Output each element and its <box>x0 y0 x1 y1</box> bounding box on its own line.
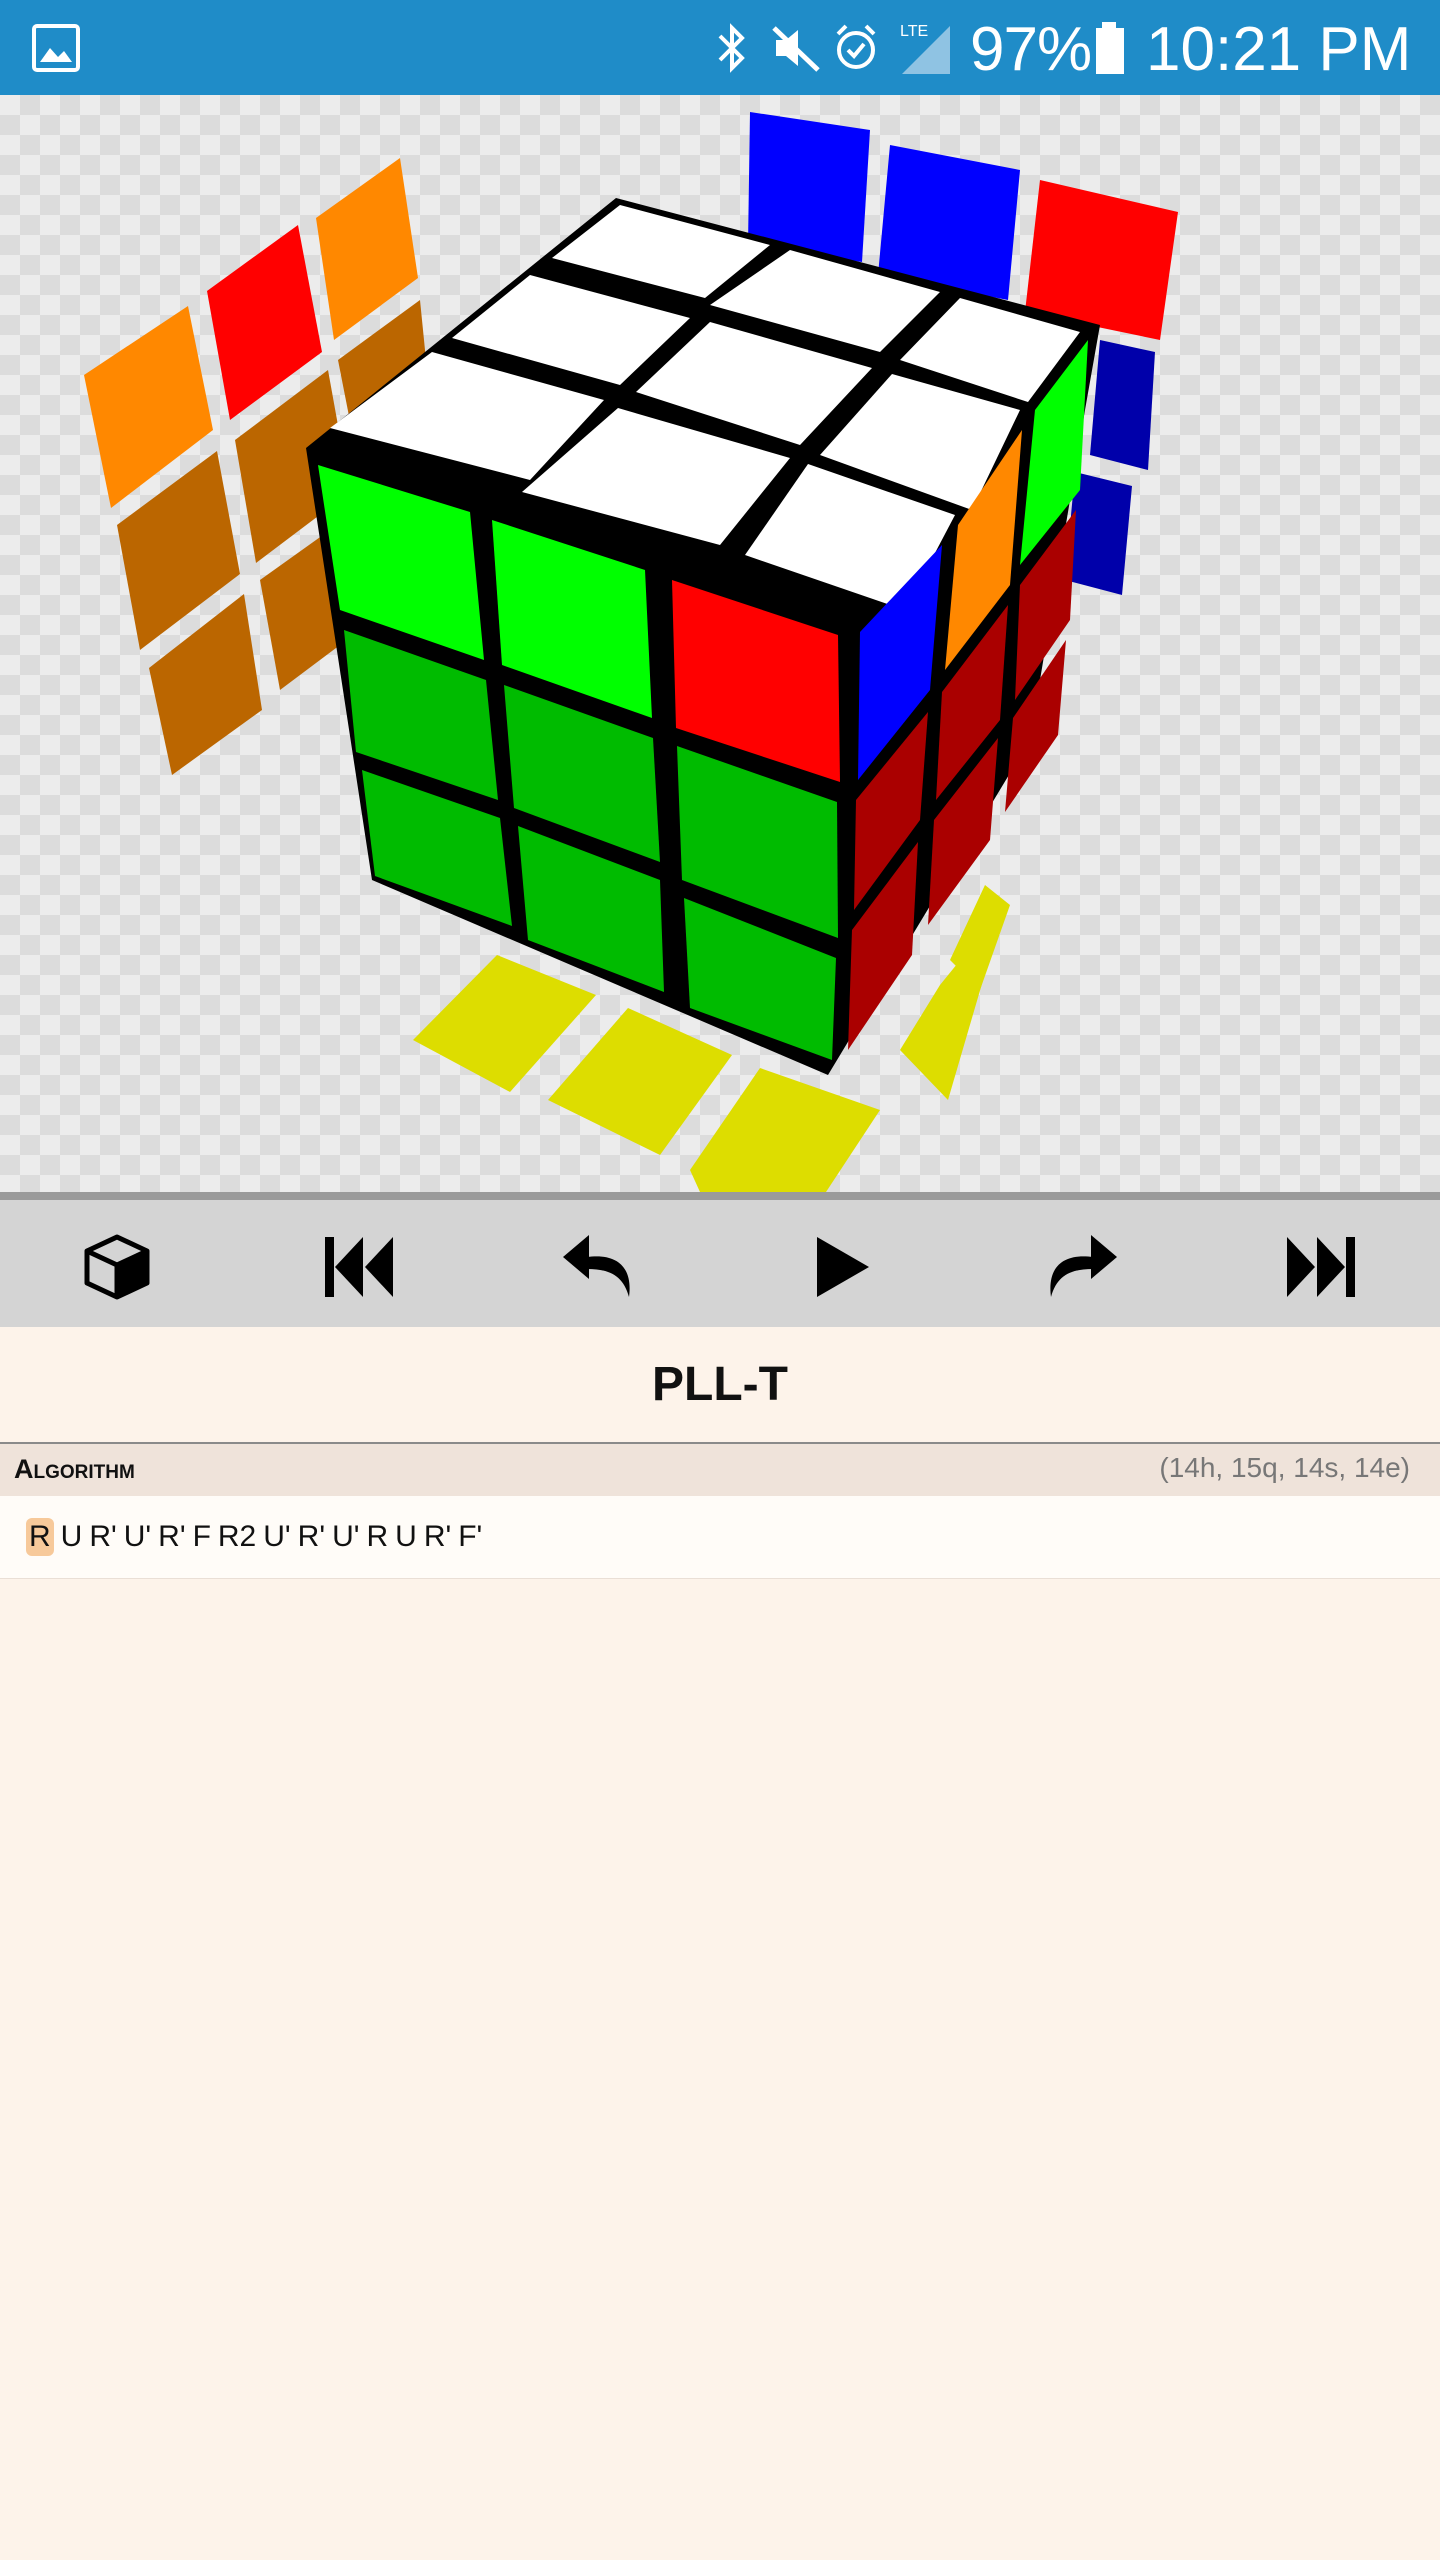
battery-icon <box>1096 22 1124 74</box>
algorithm-move[interactable]: U' <box>263 1518 290 1556</box>
algorithm-stats: (14h, 15q, 14s, 14e) <box>1159 1452 1410 1483</box>
mute-icon <box>772 26 820 72</box>
skip-back-icon <box>325 1237 393 1297</box>
algorithm-move[interactable]: R' <box>424 1518 451 1556</box>
algorithm-move[interactable]: U' <box>124 1518 151 1556</box>
battery-percent: 97% <box>970 15 1092 84</box>
play-icon <box>817 1237 869 1297</box>
svg-text:LTE: LTE <box>900 23 928 40</box>
redo-icon <box>1050 1235 1117 1297</box>
algorithm-move[interactable]: R' <box>298 1518 325 1556</box>
skip-to-end-button[interactable] <box>1276 1222 1366 1312</box>
play-button[interactable] <box>796 1222 886 1312</box>
signal-icon: LTE <box>900 23 950 74</box>
algorithm-row: R U R' U' R' F R2 U' R' U' R U R' F' <box>0 1496 1440 1579</box>
bluetooth-icon <box>718 23 745 73</box>
algorithm-move[interactable]: F <box>193 1518 211 1556</box>
algorithm-move[interactable]: U <box>395 1518 417 1556</box>
algorithm-move[interactable]: R' <box>89 1518 116 1556</box>
redo-button[interactable] <box>1036 1222 1126 1312</box>
cube-viewport[interactable] <box>0 95 1440 1192</box>
algorithm-move[interactable]: R' <box>158 1518 185 1556</box>
algorithm-label: Algorithm <box>14 1454 135 1484</box>
cube-view-button[interactable] <box>72 1222 162 1312</box>
playback-toolbar <box>0 1192 1440 1327</box>
title-area: PLL-T <box>0 1327 1440 1444</box>
gallery-icon <box>32 24 80 72</box>
undo-button[interactable] <box>554 1222 644 1312</box>
rubiks-cube <box>84 112 1178 1192</box>
algorithm-move[interactable]: R <box>26 1518 54 1556</box>
algorithm-move[interactable]: F' <box>458 1518 482 1556</box>
alarm-icon <box>836 24 876 69</box>
algorithm-move[interactable]: U' <box>332 1518 359 1556</box>
skip-forward-icon <box>1287 1237 1355 1297</box>
page-title: PLL-T <box>652 1358 788 1411</box>
algorithm-move[interactable]: U <box>61 1518 83 1556</box>
cube-icon <box>84 1234 150 1300</box>
algorithm-move[interactable]: R2 <box>218 1518 256 1556</box>
algorithm-moves: R U R' U' R' F R2 U' R' U' R U R' F' <box>26 1518 482 1556</box>
status-bar: LTE 97% 10:21 PM <box>0 0 1440 95</box>
skip-to-start-button[interactable] <box>314 1222 404 1312</box>
algorithm-header: Algorithm (14h, 15q, 14s, 14e) <box>0 1444 1440 1496</box>
algorithm-move[interactable]: R <box>366 1518 388 1556</box>
undo-icon <box>563 1235 630 1297</box>
clock: 10:21 PM <box>1146 15 1412 84</box>
